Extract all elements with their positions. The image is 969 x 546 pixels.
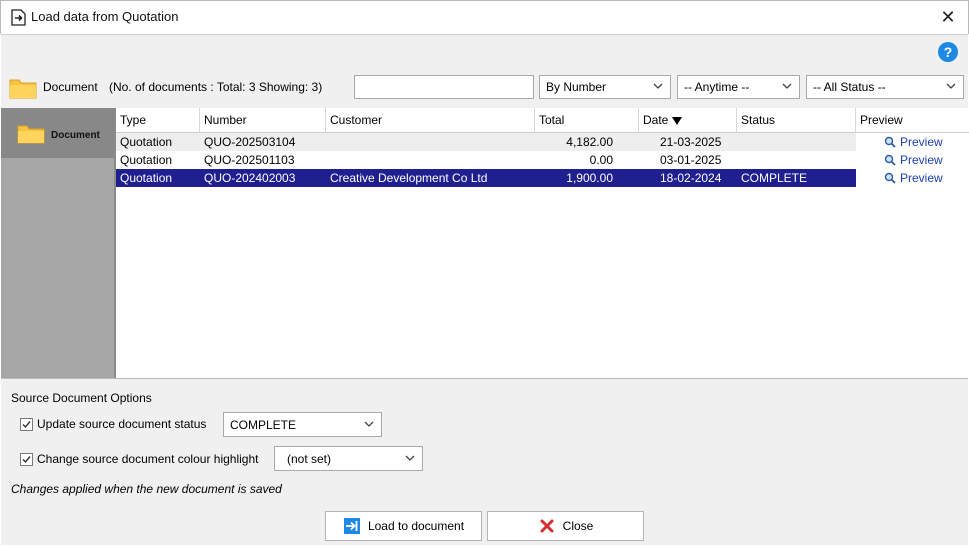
column-header-preview[interactable]: Preview bbox=[856, 108, 969, 133]
column-header-date[interactable]: Date bbox=[639, 108, 737, 133]
colour-highlight-label[interactable]: Change source document colour highlight bbox=[37, 452, 258, 466]
column-header-customer[interactable]: Customer bbox=[326, 108, 535, 133]
update-status-value: COMPLETE bbox=[230, 418, 297, 432]
magnifier-icon bbox=[884, 154, 896, 166]
date-range-value: -- Anytime -- bbox=[684, 80, 750, 94]
table-row[interactable]: Quotation QUO-202501103 0.00 03-01-2025 bbox=[116, 151, 856, 169]
chevron-down-icon bbox=[405, 455, 415, 461]
cell-type: Quotation bbox=[120, 171, 173, 185]
window-title: Load data from Quotation bbox=[31, 9, 179, 24]
cell-total: 0.00 bbox=[589, 153, 613, 167]
status-filter-dropdown[interactable]: -- All Status -- bbox=[806, 75, 964, 99]
cell-status bbox=[737, 151, 856, 169]
cell-date: 03-01-2025 bbox=[660, 153, 722, 167]
status-filter-value: -- All Status -- bbox=[813, 80, 886, 94]
close-button[interactable]: Close bbox=[487, 511, 644, 541]
chevron-down-icon bbox=[946, 83, 956, 89]
checkmark-icon bbox=[22, 456, 31, 464]
window-close-button[interactable]: ✕ bbox=[936, 6, 960, 28]
cell-number: QUO-202402003 bbox=[204, 171, 296, 185]
preview-link-label: Preview bbox=[900, 153, 943, 167]
close-icon bbox=[540, 519, 554, 533]
preview-link-label: Preview bbox=[900, 171, 943, 185]
sort-descending-icon bbox=[672, 117, 683, 125]
cell-total: 1,900.00 bbox=[566, 171, 613, 185]
documents-table: Type Number Customer Total Date Status P… bbox=[114, 108, 969, 378]
document-label: Document bbox=[43, 80, 98, 94]
chevron-down-icon bbox=[364, 421, 374, 427]
document-count: (No. of documents : Total: 3 Showing: 3) bbox=[109, 80, 323, 94]
column-header-date-label: Date bbox=[643, 113, 669, 127]
colour-highlight-dropdown[interactable]: (not set) bbox=[274, 446, 423, 471]
update-status-checkbox[interactable] bbox=[20, 418, 33, 431]
cell-number: QUO-202503104 bbox=[204, 135, 296, 149]
update-status-label[interactable]: Update source document status bbox=[37, 417, 206, 431]
load-to-document-button[interactable]: Load to document bbox=[325, 511, 482, 541]
magnifier-icon bbox=[884, 136, 896, 148]
colour-highlight-value: (not set) bbox=[287, 452, 332, 466]
cell-type: Quotation bbox=[120, 135, 173, 149]
preview-link[interactable]: Preview bbox=[884, 151, 943, 169]
cell-status: COMPLETE bbox=[741, 171, 808, 185]
folder-icon bbox=[17, 125, 45, 144]
cell-status bbox=[737, 133, 856, 151]
table-header: Type Number Customer Total Date Status P… bbox=[116, 108, 969, 133]
column-header-total[interactable]: Total bbox=[535, 108, 639, 133]
options-title: Source Document Options bbox=[11, 391, 152, 405]
table-row-selected[interactable]: Quotation QUO-202402003 Creative Develop… bbox=[116, 169, 856, 187]
nav-item-document[interactable]: Document bbox=[1, 108, 114, 158]
options-note: Changes applied when the new document is… bbox=[11, 482, 282, 496]
magnifier-icon bbox=[884, 172, 896, 184]
update-status-dropdown[interactable]: COMPLETE bbox=[223, 412, 382, 437]
table-row[interactable]: Quotation QUO-202503104 4,182.00 21-03-2… bbox=[116, 133, 856, 151]
preview-link[interactable]: Preview bbox=[884, 169, 943, 187]
folder-icon bbox=[9, 79, 37, 99]
colour-highlight-checkbox[interactable] bbox=[20, 453, 33, 466]
cell-customer: Creative Development Co Ltd bbox=[330, 171, 488, 185]
preview-link[interactable]: Preview bbox=[884, 133, 943, 151]
cell-customer bbox=[326, 151, 535, 169]
sort-by-dropdown[interactable]: By Number bbox=[539, 75, 671, 99]
source-document-options: Source Document Options Update source do… bbox=[1, 378, 968, 545]
load-button-label: Load to document bbox=[367, 519, 465, 533]
date-range-dropdown[interactable]: -- Anytime -- bbox=[677, 75, 800, 99]
column-header-number[interactable]: Number bbox=[200, 108, 326, 133]
title-bar: Load data from Quotation ✕ bbox=[0, 0, 969, 34]
sort-by-value: By Number bbox=[546, 80, 607, 94]
document-nav-panel: Document bbox=[1, 108, 114, 378]
help-icon[interactable]: ? bbox=[938, 42, 958, 62]
cell-date: 21-03-2025 bbox=[660, 135, 722, 149]
column-header-status[interactable]: Status bbox=[737, 108, 856, 133]
filter-bar: ? Document (No. of documents : Total: 3 … bbox=[1, 34, 968, 108]
column-header-type[interactable]: Type bbox=[116, 108, 200, 133]
cell-customer bbox=[326, 133, 535, 151]
cell-date: 18-02-2024 bbox=[660, 171, 722, 185]
cell-type: Quotation bbox=[120, 153, 173, 167]
chevron-down-icon bbox=[653, 83, 663, 89]
chevron-down-icon bbox=[782, 83, 792, 89]
search-input[interactable] bbox=[354, 75, 534, 99]
checkmark-icon bbox=[22, 421, 31, 429]
close-button-label: Close bbox=[562, 519, 594, 533]
load-document-icon bbox=[11, 9, 26, 26]
cell-number: QUO-202501103 bbox=[204, 153, 295, 167]
nav-item-label: Document bbox=[51, 130, 100, 141]
cell-total: 4,182.00 bbox=[566, 135, 613, 149]
preview-link-label: Preview bbox=[900, 135, 943, 149]
load-icon bbox=[343, 518, 360, 534]
